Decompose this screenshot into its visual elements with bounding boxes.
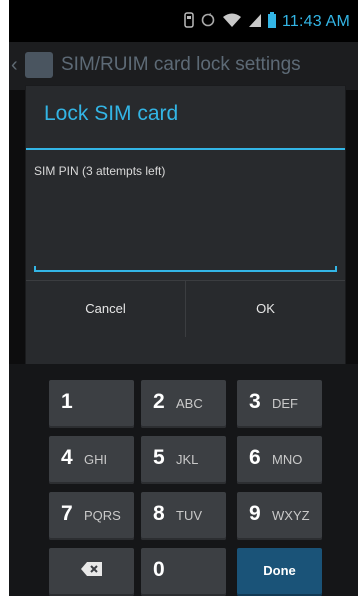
notification-icon	[184, 11, 194, 33]
wifi-icon	[222, 12, 242, 33]
signal-icon	[248, 12, 262, 33]
key-digit: 6	[249, 446, 261, 469]
sim-pin-label: SIM PIN (3 attempts left)	[34, 164, 166, 178]
sync-icon	[200, 12, 216, 33]
key-letters: DEF	[272, 396, 298, 411]
key-letters: TUV	[176, 508, 202, 523]
key-0[interactable]: 0	[141, 548, 226, 596]
sim-pin-input[interactable]	[34, 252, 337, 272]
status-bar: 11:43 AM	[9, 0, 358, 42]
key-5[interactable]: 5 JKL	[141, 436, 226, 484]
backspace-key[interactable]	[49, 548, 134, 596]
dialog-body: SIM PIN (3 attempts left)	[26, 150, 345, 280]
backspace-icon	[49, 560, 134, 583]
dialog-title: Lock SIM card	[44, 102, 179, 125]
done-label: Done	[263, 563, 296, 578]
ok-button[interactable]: OK	[186, 281, 345, 337]
cancel-button[interactable]: Cancel	[26, 281, 186, 337]
phone-screen: 11:43 AM ‹ SIM/RUIM card lock settings L…	[9, 0, 358, 596]
dialog-title-bar: Lock SIM card	[26, 86, 345, 150]
key-digit: 8	[153, 502, 165, 525]
key-letters: MNO	[272, 452, 303, 467]
key-digit: 1	[61, 390, 73, 413]
action-bar: ‹ SIM/RUIM card lock settings	[9, 42, 358, 92]
status-icons: 11:43 AM	[184, 11, 350, 33]
clock-time: 11:43 AM	[281, 13, 350, 30]
key-2[interactable]: 2 ABC	[141, 380, 226, 428]
lock-sim-dialog: Lock SIM card SIM PIN (3 attempts left) …	[26, 86, 345, 364]
key-6[interactable]: 6 MNO	[237, 436, 322, 484]
key-digit: 0	[153, 558, 165, 581]
battery-icon	[267, 11, 276, 33]
key-8[interactable]: 8 TUV	[141, 492, 226, 540]
key-4[interactable]: 4 GHI	[49, 436, 134, 484]
key-9[interactable]: 9 WXYZ	[237, 492, 322, 540]
key-digit: 2	[153, 390, 165, 413]
action-bar-title: SIM/RUIM card lock settings	[61, 54, 301, 75]
settings-app-icon[interactable]	[25, 52, 53, 78]
chevron-left-icon[interactable]: ‹	[11, 54, 18, 77]
key-digit: 9	[249, 502, 261, 525]
key-1[interactable]: 1	[49, 380, 134, 428]
key-3[interactable]: 3 DEF	[237, 380, 322, 428]
key-letters: JKL	[176, 452, 199, 467]
key-letters: WXYZ	[272, 508, 310, 523]
key-letters: PQRS	[84, 508, 121, 523]
key-digit: 4	[61, 446, 73, 469]
dialog-buttons: Cancel OK	[26, 280, 345, 365]
key-digit: 5	[153, 446, 165, 469]
done-key[interactable]: Done	[237, 548, 322, 596]
key-letters: GHI	[84, 452, 108, 467]
key-digit: 7	[61, 502, 73, 525]
key-letters: ABC	[176, 396, 203, 411]
key-7[interactable]: 7 PQRS	[49, 492, 134, 540]
numeric-keyboard: 1 2 ABC 3 DEF 4 GHI 5 JKL 6 MNO 7 PQRS 8…	[9, 364, 358, 596]
key-digit: 3	[249, 390, 261, 413]
